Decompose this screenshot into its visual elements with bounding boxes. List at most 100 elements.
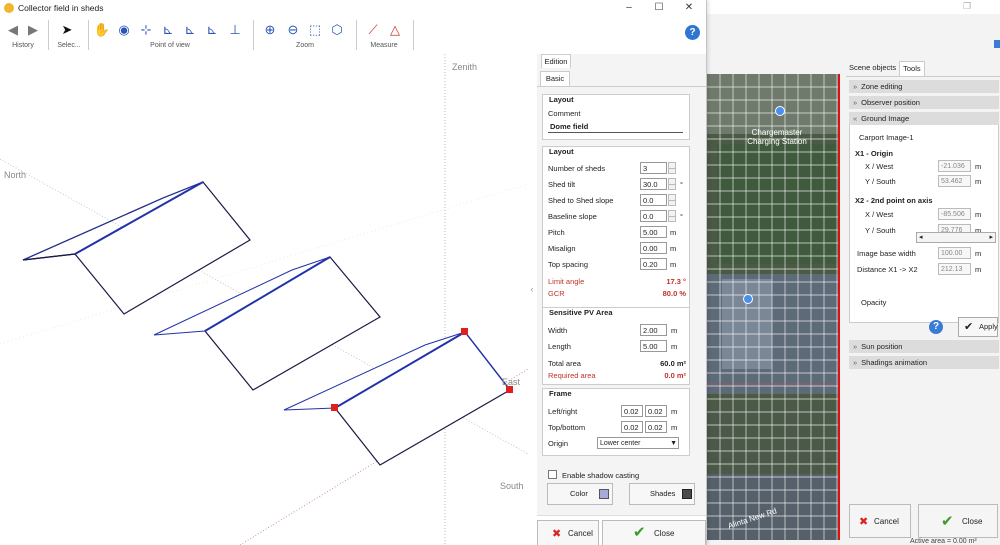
- north-label: North: [4, 170, 26, 180]
- shed-slope-field[interactable]: 0.0: [640, 194, 667, 206]
- measure-angle-icon[interactable]: △: [386, 21, 404, 39]
- shadow-casting-label: Enable shadow casting: [562, 471, 640, 480]
- toolbar-divider: [253, 20, 254, 50]
- section-sun-position[interactable]: » Sun position: [849, 340, 999, 353]
- map-label-charging: Chargemaster Charging Station: [747, 128, 807, 146]
- number-of-sheds-field[interactable]: 3: [640, 162, 667, 174]
- shed-1[interactable]: [22, 181, 251, 315]
- zoom-box-icon[interactable]: ⬚: [306, 21, 324, 39]
- checkmark-icon: ✔: [633, 524, 646, 541]
- zoom-in-icon[interactable]: ⊕: [261, 21, 279, 39]
- axes-icon[interactable]: ⊹: [137, 21, 155, 39]
- x1-title: X1 - Origin: [855, 149, 893, 158]
- help-icon[interactable]: ?: [929, 320, 943, 334]
- view-x-icon[interactable]: ⊾: [159, 21, 177, 39]
- help-icon[interactable]: ?: [685, 25, 700, 40]
- hand-icon[interactable]: ✋: [93, 21, 111, 39]
- view-z-icon[interactable]: ⊾: [203, 21, 221, 39]
- apply-button[interactable]: ✔ Apply: [958, 317, 998, 337]
- shed-tilt-stepper[interactable]: [668, 178, 676, 190]
- tab-scene-objects[interactable]: Scene objects: [846, 61, 899, 76]
- view-y-icon[interactable]: ⊾: [181, 21, 199, 39]
- width-field[interactable]: 2.00: [640, 324, 667, 336]
- shades-label: Shades: [650, 489, 676, 498]
- unit: m: [975, 265, 982, 274]
- unit: m: [671, 342, 678, 351]
- top-margin-field[interactable]: 0.02: [621, 421, 643, 433]
- limit-angle-label: Limit angle: [548, 277, 585, 286]
- group-zoom: Zoom: [296, 42, 314, 49]
- slider-left-icon[interactable]: ◂: [919, 233, 923, 241]
- misalign-field[interactable]: 0.00: [640, 242, 667, 254]
- 3d-viewport[interactable]: Zenith North South East: [0, 54, 529, 545]
- tab-divider: [537, 86, 706, 87]
- scene-tabs: Scene objects Tools: [846, 61, 1000, 77]
- cancel-button[interactable]: ✖ Cancel: [537, 520, 599, 545]
- checkmark-icon: ✔: [964, 321, 974, 333]
- unit: m: [671, 407, 678, 416]
- x2-x-field[interactable]: -85.506: [938, 208, 971, 220]
- tab-tools[interactable]: Tools: [899, 61, 925, 76]
- x1-x-field[interactable]: -21.036: [938, 160, 971, 172]
- top-spacing-field[interactable]: 0.20: [640, 258, 667, 270]
- gcr-label: GCR: [548, 289, 565, 298]
- close-button[interactable]: ✔ Close: [602, 520, 706, 545]
- tab-edition[interactable]: Edition: [541, 54, 571, 68]
- tab-basic[interactable]: Basic: [540, 71, 570, 86]
- shades-button[interactable]: Shades: [629, 483, 695, 505]
- chevron-double-right-icon: »: [853, 82, 858, 91]
- collapse-panel-icon[interactable]: ‹: [528, 284, 536, 298]
- bottom-margin-field[interactable]: 0.02: [645, 421, 667, 433]
- right-margin-field[interactable]: 0.02: [645, 405, 667, 417]
- origin-select[interactable]: Lower center ▼: [597, 437, 679, 449]
- slider-right-icon[interactable]: ▸: [989, 233, 993, 241]
- required-area-value: 0.0 m²: [664, 371, 686, 380]
- baseline-slope-field[interactable]: 0.0: [640, 210, 667, 222]
- scene-svg[interactable]: Zenith North South East: [0, 54, 529, 545]
- comment-field[interactable]: Dome field: [548, 121, 683, 133]
- section-label: Zone editing: [861, 82, 903, 91]
- baseline-slope-stepper[interactable]: [668, 210, 676, 222]
- left-margin-field[interactable]: 0.02: [621, 405, 643, 417]
- ground-image-map[interactable]: Chargemaster Charging Station Alinta New…: [707, 74, 840, 540]
- section-ground-image[interactable]: «Ground Image: [849, 112, 999, 125]
- maximize-button[interactable]: ☐: [644, 1, 674, 15]
- length-field[interactable]: 5.00: [640, 340, 667, 352]
- color-swatch: [599, 489, 609, 499]
- zoom-out-icon[interactable]: ⊖: [284, 21, 302, 39]
- section-label: Sun position: [861, 342, 903, 351]
- arrow-right-icon[interactable]: ▶: [24, 21, 42, 39]
- arrow-left-icon[interactable]: ◀: [4, 21, 22, 39]
- zoom-fit-icon[interactable]: ⬡: [328, 21, 346, 39]
- number-of-sheds-stepper[interactable]: [668, 162, 676, 174]
- group-title: Layout: [549, 95, 574, 104]
- section-observer-position[interactable]: » Observer position: [849, 96, 999, 109]
- color-button[interactable]: Color: [547, 483, 613, 505]
- x1-y-field[interactable]: 53.462: [938, 175, 971, 187]
- eye-icon[interactable]: ◉: [115, 21, 133, 39]
- properties-panel: Edition Basic Layout Comment Dome field …: [537, 54, 706, 545]
- pitch-field[interactable]: 5.00: [640, 226, 667, 238]
- shed-slope-stepper[interactable]: [668, 194, 676, 206]
- minimize-button[interactable]: –: [614, 1, 644, 15]
- section-shadings-animation[interactable]: » Shadings animation: [849, 356, 999, 369]
- top-spacing-label: Top spacing: [548, 260, 589, 269]
- measure-line-icon[interactable]: ⟋: [364, 21, 382, 39]
- close-window-button[interactable]: ✕: [674, 1, 704, 15]
- selection-handle[interactable]: [506, 386, 513, 393]
- selection-handle[interactable]: [331, 404, 338, 411]
- bg-close-button[interactable]: ✔ Close: [918, 504, 998, 538]
- section-zone-editing[interactable]: » Zone editing: [849, 80, 999, 93]
- opacity-slider[interactable]: ◂ ▸: [916, 232, 996, 243]
- shades-swatch: [682, 489, 692, 499]
- cursor-icon[interactable]: ➤: [58, 21, 76, 39]
- shed-tilt-field[interactable]: 30.0: [640, 178, 667, 190]
- shadow-casting-checkbox[interactable]: [548, 470, 557, 479]
- view-top-icon[interactable]: ⊥: [226, 21, 244, 39]
- group-title: Layout: [549, 147, 574, 156]
- selection-handle[interactable]: [461, 328, 468, 335]
- bg-restore-icon[interactable]: ❐: [963, 1, 971, 12]
- apply-label: Apply: [979, 322, 998, 331]
- bg-cancel-button[interactable]: ✖ Cancel: [849, 504, 911, 538]
- base-width-field[interactable]: 100.00: [938, 247, 971, 259]
